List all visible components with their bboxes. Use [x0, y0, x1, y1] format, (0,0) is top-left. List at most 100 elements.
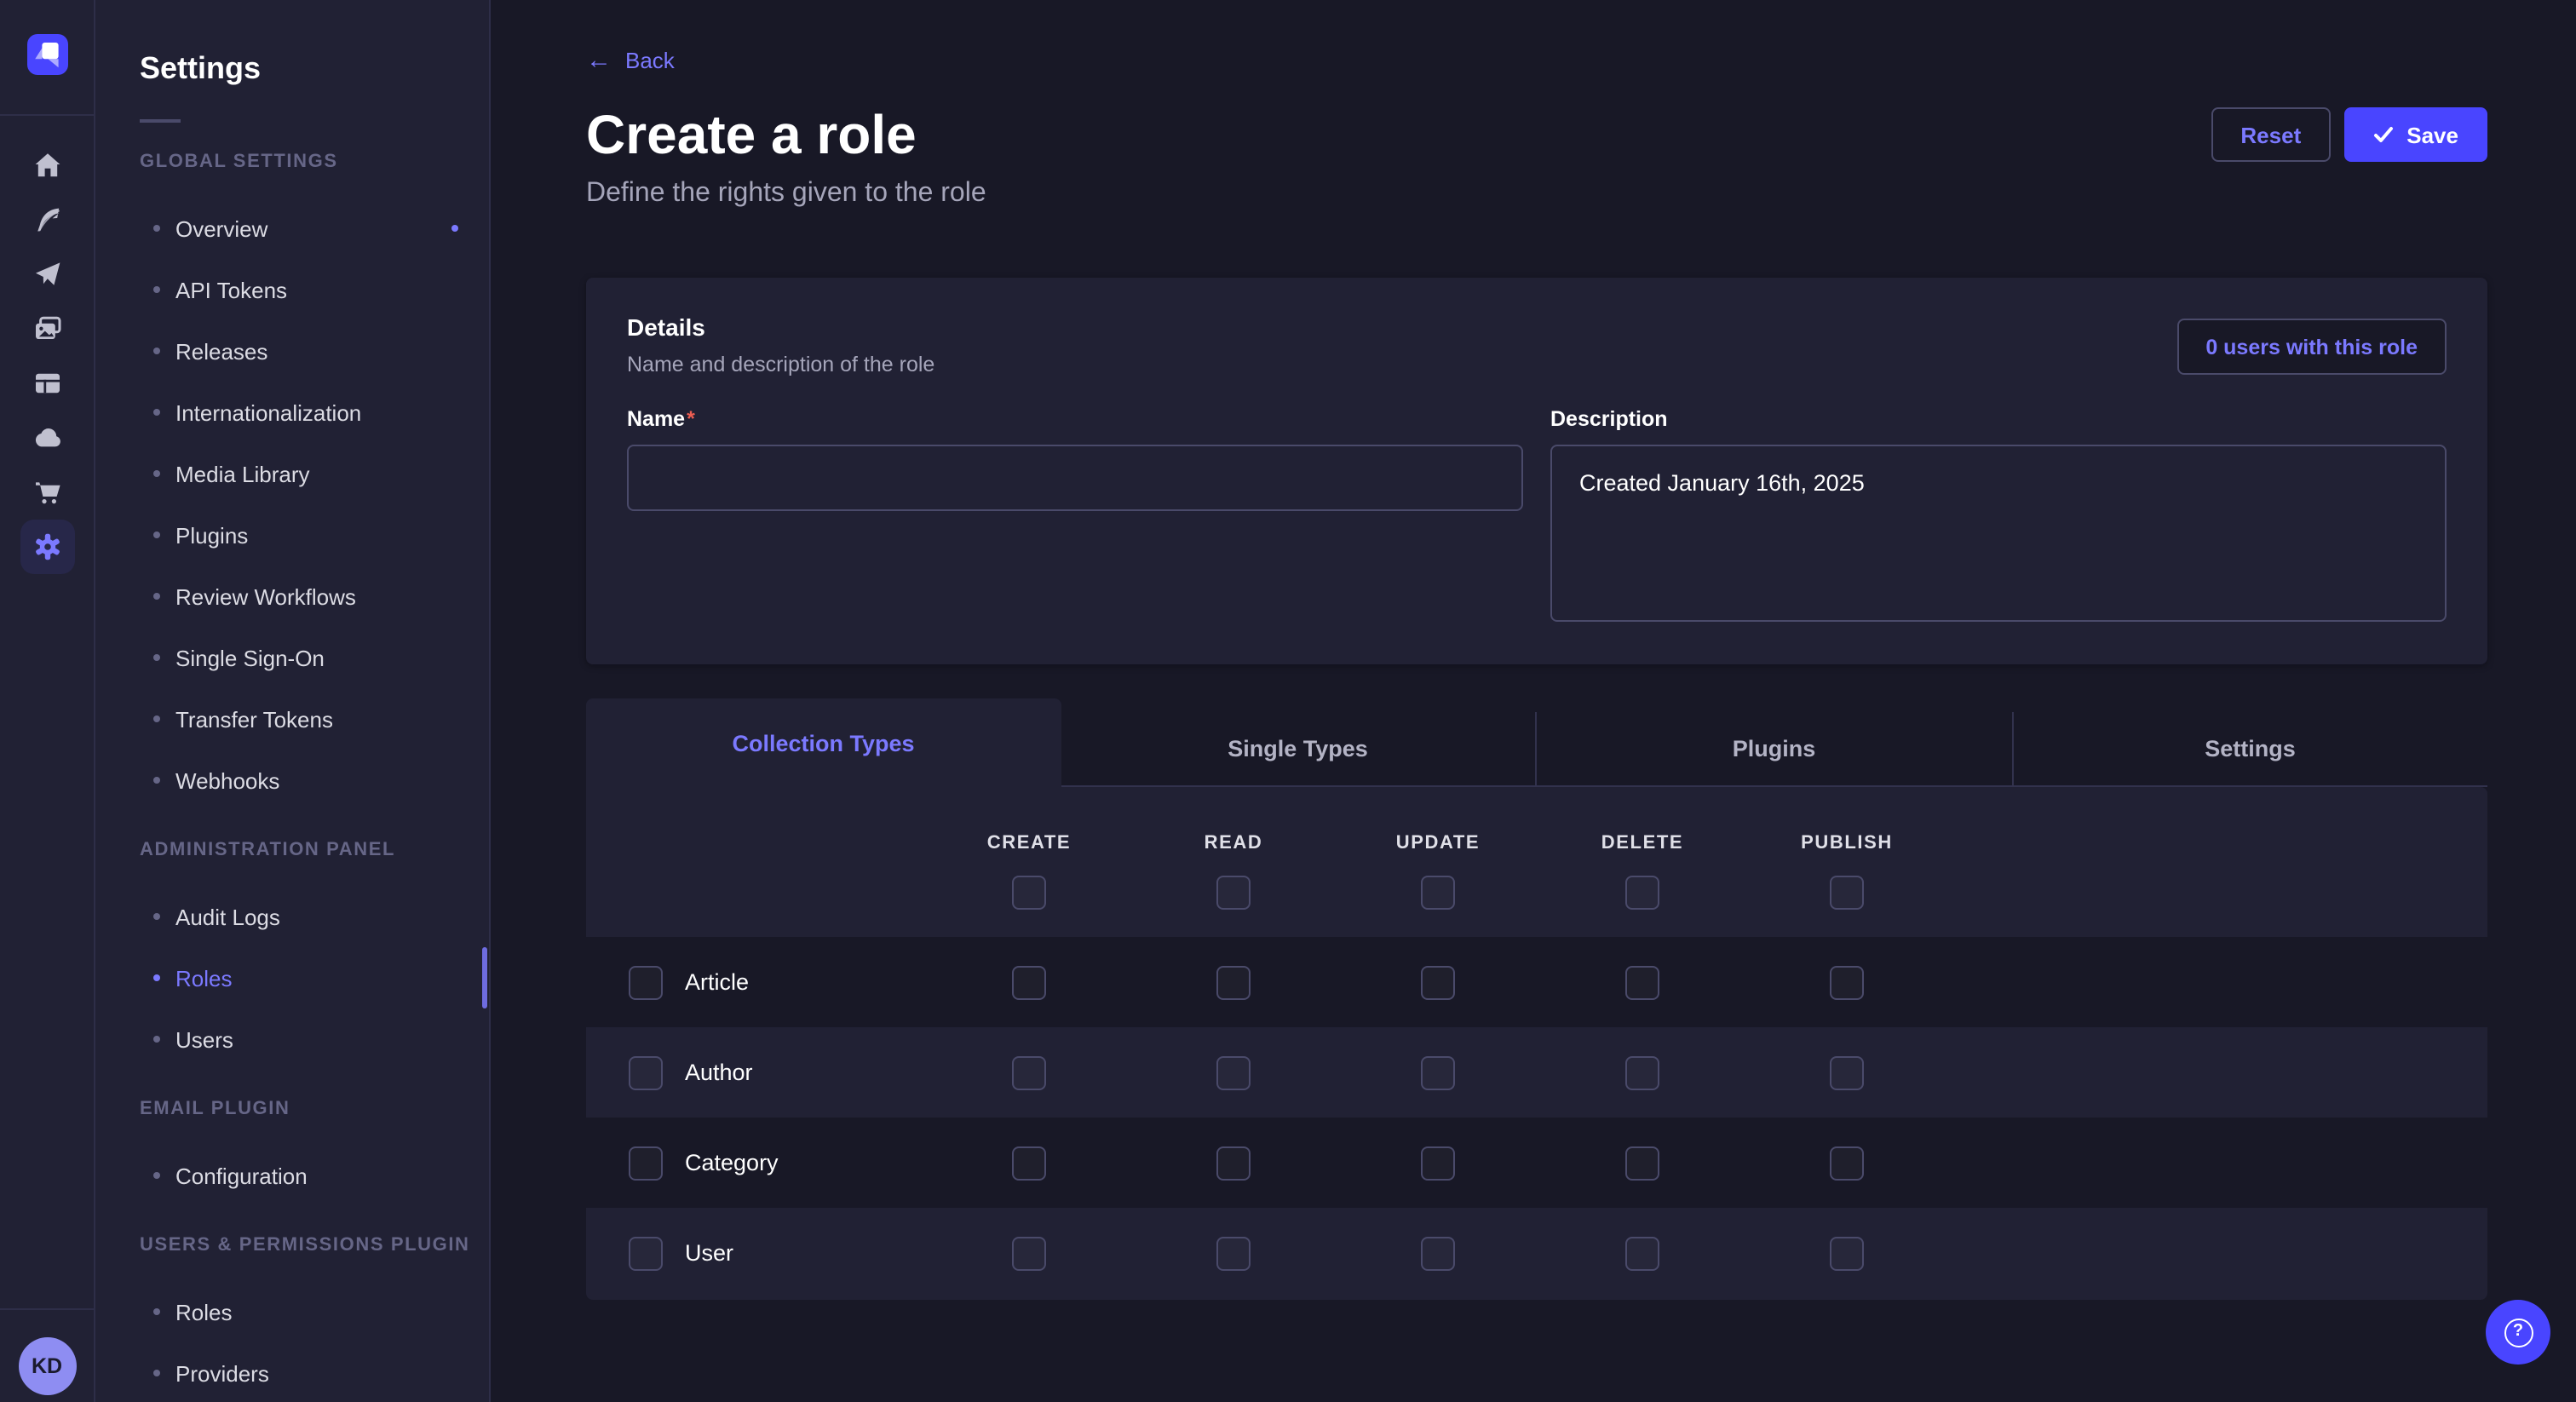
- row-label: Category: [685, 1150, 779, 1175]
- tab-plugins[interactable]: Plugins: [1535, 712, 2011, 787]
- article-update-checkbox[interactable]: [1421, 965, 1455, 999]
- author-publish-checkbox[interactable]: [1830, 1055, 1864, 1089]
- help-button[interactable]: ?: [2486, 1300, 2550, 1365]
- bullet-icon: [153, 974, 160, 981]
- author-delete-checkbox[interactable]: [1625, 1055, 1659, 1089]
- strapi-logo[interactable]: [26, 34, 67, 75]
- tab-collection-types[interactable]: Collection Types: [586, 698, 1061, 787]
- cart-icon[interactable]: [20, 465, 74, 520]
- reset-button[interactable]: Reset: [2211, 107, 2330, 162]
- sidebar-item-audit-logs[interactable]: Audit Logs: [153, 886, 489, 947]
- author-update-checkbox[interactable]: [1421, 1055, 1455, 1089]
- details-title: Details: [627, 312, 934, 342]
- row-name-cell: User: [586, 1236, 927, 1270]
- category-update-checkbox[interactable]: [1421, 1146, 1455, 1180]
- nav-section-label: EMAIL PLUGIN: [140, 1092, 489, 1126]
- sidebar-item-roles[interactable]: Roles: [153, 947, 489, 1008]
- save-button[interactable]: Save: [2343, 107, 2487, 162]
- title-underline: [140, 119, 181, 123]
- notification-dot: [451, 225, 458, 232]
- permission-cell: [1745, 1146, 1949, 1180]
- role-name-input[interactable]: [627, 445, 1523, 511]
- sidebar-item-plugins[interactable]: Plugins: [153, 504, 489, 566]
- bullet-icon: [153, 913, 160, 920]
- select-all-publish-checkbox[interactable]: [1830, 876, 1864, 910]
- gear-icon[interactable]: [20, 520, 74, 574]
- sidebar-item-webhooks[interactable]: Webhooks: [153, 750, 489, 811]
- row-label: Author: [685, 1060, 753, 1085]
- sidebar-item-single-sign-on[interactable]: Single Sign-On: [153, 627, 489, 688]
- save-label: Save: [2406, 122, 2458, 147]
- header-actions: Reset Save: [2211, 107, 2487, 162]
- column-check-cell: [1131, 876, 1336, 910]
- column-header-publish: PUBLISH: [1745, 828, 1949, 859]
- tab-settings[interactable]: Settings: [2011, 712, 2487, 787]
- layout-icon[interactable]: [20, 356, 74, 411]
- article-publish-checkbox[interactable]: [1830, 965, 1864, 999]
- sidebar-item-internationalization[interactable]: Internationalization: [153, 382, 489, 443]
- sidebar-item-media-library[interactable]: Media Library: [153, 443, 489, 504]
- user-delete-checkbox[interactable]: [1625, 1236, 1659, 1270]
- article-create-checkbox[interactable]: [1012, 965, 1046, 999]
- bullet-icon: [153, 593, 160, 600]
- article-read-checkbox[interactable]: [1216, 965, 1251, 999]
- permission-cell: [927, 1236, 1131, 1270]
- select-row-category-checkbox[interactable]: [629, 1146, 663, 1180]
- author-read-checkbox[interactable]: [1216, 1055, 1251, 1089]
- user-create-checkbox[interactable]: [1012, 1236, 1046, 1270]
- media-library-icon[interactable]: [20, 302, 74, 356]
- page-title: Create a role: [586, 106, 986, 164]
- bullet-icon: [153, 654, 160, 661]
- sidebar-item-users[interactable]: Users: [153, 1008, 489, 1070]
- sidebar-item-api-tokens[interactable]: API Tokens: [153, 259, 489, 320]
- rail-divider: [0, 114, 94, 116]
- select-row-author-checkbox[interactable]: [629, 1055, 663, 1089]
- cloud-icon[interactable]: [20, 411, 74, 465]
- column-check-cell: [1336, 876, 1540, 910]
- bullet-icon: [153, 409, 160, 416]
- select-all-create-checkbox[interactable]: [1012, 876, 1046, 910]
- user-avatar[interactable]: KD: [18, 1337, 76, 1395]
- select-row-user-checkbox[interactable]: [629, 1236, 663, 1270]
- sidebar-item-review-workflows[interactable]: Review Workflows: [153, 566, 489, 627]
- author-create-checkbox[interactable]: [1012, 1055, 1046, 1089]
- category-create-checkbox[interactable]: [1012, 1146, 1046, 1180]
- category-delete-checkbox[interactable]: [1625, 1146, 1659, 1180]
- description-field-label: Description: [1550, 404, 2447, 434]
- sidebar-item-overview[interactable]: Overview: [153, 198, 489, 259]
- select-row-article-checkbox[interactable]: [629, 965, 663, 999]
- table-row-user: User: [586, 1208, 2487, 1298]
- sidebar-item-providers[interactable]: Providers: [153, 1342, 489, 1402]
- nav-section-label: ADMINISTRATION PANEL: [140, 833, 489, 867]
- permission-cell: [927, 1146, 1131, 1180]
- bullet-icon: [153, 1172, 160, 1179]
- sidebar-item-label: Single Sign-On: [175, 645, 325, 670]
- category-read-checkbox[interactable]: [1216, 1146, 1251, 1180]
- home-icon[interactable]: [20, 138, 74, 192]
- article-delete-checkbox[interactable]: [1625, 965, 1659, 999]
- select-all-delete-checkbox[interactable]: [1625, 876, 1659, 910]
- bullet-icon: [153, 715, 160, 722]
- user-update-checkbox[interactable]: [1421, 1236, 1455, 1270]
- back-label: Back: [625, 49, 675, 73]
- sidebar-item-releases[interactable]: Releases: [153, 320, 489, 382]
- paper-plane-icon[interactable]: [20, 247, 74, 302]
- tab-single-types[interactable]: Single Types: [1061, 712, 1535, 787]
- role-description-textarea[interactable]: Created January 16th, 2025: [1550, 445, 2447, 622]
- sidebar-item-roles[interactable]: Roles: [153, 1281, 489, 1342]
- select-all-update-checkbox[interactable]: [1421, 876, 1455, 910]
- category-publish-checkbox[interactable]: [1830, 1146, 1864, 1180]
- sidebar-item-configuration[interactable]: Configuration: [153, 1145, 489, 1206]
- user-publish-checkbox[interactable]: [1830, 1236, 1864, 1270]
- select-all-read-checkbox[interactable]: [1216, 876, 1251, 910]
- sidebar-item-transfer-tokens[interactable]: Transfer Tokens: [153, 688, 489, 750]
- feather-icon[interactable]: [20, 192, 74, 247]
- permissions-rows: ArticleAuthorCategoryUser: [586, 937, 2487, 1298]
- permission-cell: [1745, 1055, 1949, 1089]
- users-with-role-button[interactable]: 0 users with this role: [2176, 319, 2447, 375]
- permission-cell: [1131, 1146, 1336, 1180]
- back-link[interactable]: ← Back: [586, 49, 675, 73]
- user-read-checkbox[interactable]: [1216, 1236, 1251, 1270]
- sidebar-scrollbar-thumb[interactable]: [482, 947, 487, 1008]
- settings-sidebar: Settings GLOBAL SETTINGSOverviewAPI Toke…: [95, 0, 491, 1402]
